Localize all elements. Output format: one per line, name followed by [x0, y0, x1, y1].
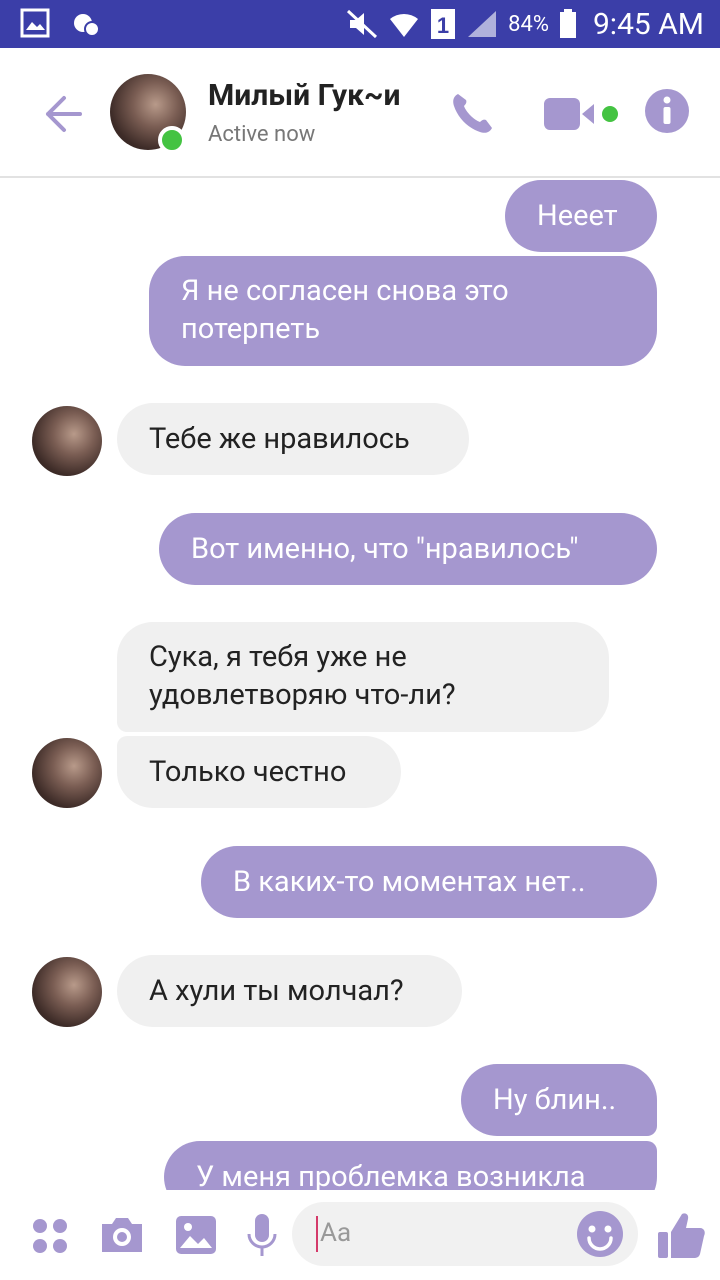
video-camera-icon[interactable] — [542, 94, 626, 134]
message-outgoing[interactable]: Нееет — [505, 180, 657, 252]
emoji-icon[interactable] — [576, 1210, 624, 1258]
message-outgoing[interactable]: Вот именно, что "нравилось" — [159, 513, 657, 585]
message-input[interactable]: Aa — [292, 1202, 638, 1266]
thumbs-up-icon[interactable] — [656, 1210, 706, 1260]
apps-grid-icon[interactable] — [30, 1216, 70, 1256]
contact-name[interactable]: Милый Гук~и — [208, 78, 400, 113]
contact-avatar-small[interactable] — [32, 957, 102, 1027]
sim-icon: 1 — [431, 9, 456, 39]
contact-avatar-small[interactable] — [32, 406, 102, 476]
signal-icon — [468, 11, 497, 37]
message-outgoing[interactable]: Я не согласен снова это потерпеть — [149, 256, 657, 366]
svg-text:1: 1 — [437, 13, 449, 38]
message-outgoing[interactable]: Ну блин.. — [461, 1064, 657, 1136]
message-incoming[interactable]: Сука, я тебя уже не удовлетворяю что-ли? — [117, 622, 609, 732]
text-caret — [316, 1216, 318, 1252]
conversation-header: Милый Гук~и Active now — [0, 48, 720, 178]
image-icon[interactable] — [174, 1214, 218, 1256]
message-outgoing[interactable]: У меня проблемка возникла — [164, 1141, 657, 1190]
online-indicator — [158, 126, 186, 154]
message-incoming[interactable]: Тебе же нравилось — [117, 403, 469, 475]
gallery-notification-icon — [20, 8, 50, 38]
back-arrow-icon[interactable] — [40, 92, 84, 136]
contact-avatar-small[interactable] — [32, 738, 102, 808]
phone-icon[interactable] — [448, 88, 498, 138]
camera-icon[interactable] — [98, 1214, 146, 1256]
composer-bar: Aa — [0, 1190, 720, 1280]
microphone-icon[interactable] — [246, 1212, 278, 1260]
status-bar: 1 84% 9:45 AM — [0, 0, 720, 48]
clock: 9:45 AM — [592, 6, 704, 42]
battery-icon — [559, 9, 576, 38]
settings-notification-icon — [74, 14, 100, 37]
message-incoming[interactable]: Только честно — [117, 736, 401, 808]
mute-icon — [347, 9, 378, 39]
messenger-screen: 1 84% 9:45 AM Милый Гук~и Active now Нее… — [0, 0, 720, 1280]
status-right: 1 84% 9:45 AM — [346, 0, 704, 48]
message-incoming[interactable]: А хули ты молчал? — [117, 955, 462, 1027]
message-list[interactable]: Нееет Я не согласен снова это потерпеть … — [0, 180, 720, 1190]
wifi-icon — [390, 13, 419, 37]
info-icon[interactable] — [644, 88, 690, 134]
battery-percent: 84% — [508, 11, 549, 37]
contact-status: Active now — [208, 122, 316, 147]
status-left-icons — [20, 8, 100, 38]
message-outgoing[interactable]: В каких-то моментах нет.. — [201, 846, 657, 918]
message-input-placeholder: Aa — [320, 1218, 352, 1248]
